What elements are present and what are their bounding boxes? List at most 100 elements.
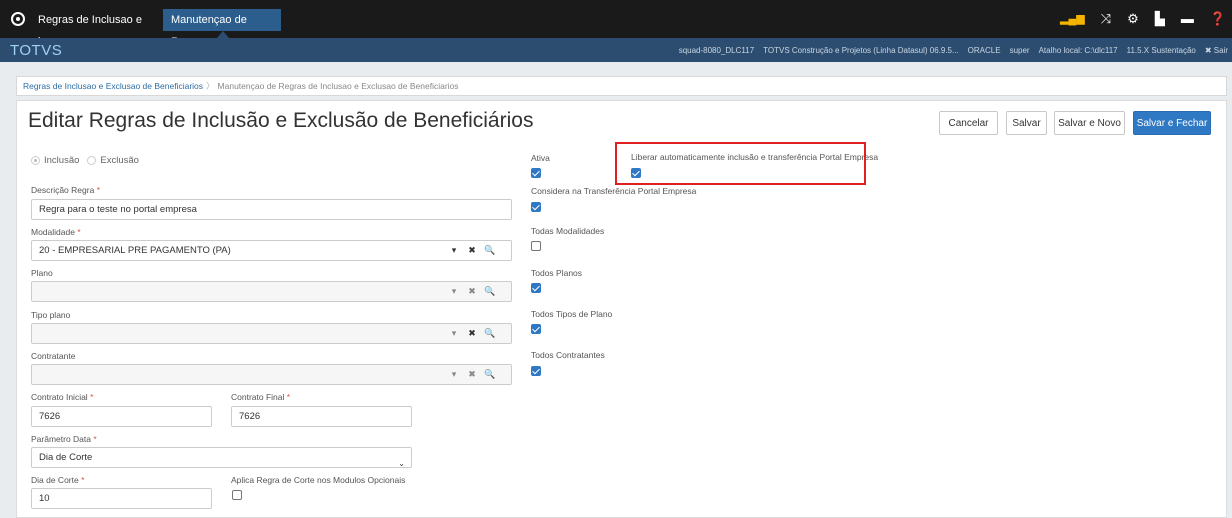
contrato-inicial-label: Contrato Inicial * (31, 392, 93, 402)
clear-icon[interactable]: ✖ (463, 369, 481, 380)
descricao-input[interactable]: Regra para o teste no portal empresa (31, 199, 512, 220)
chevron-down-icon[interactable]: ▾ (445, 369, 463, 380)
app-header: TOTVS squad-8080_DLC117 TOTVS Construção… (0, 38, 1232, 62)
clear-icon[interactable]: ✖ (463, 328, 481, 339)
signal-icon[interactable]: ▂▄▆ (1060, 11, 1085, 27)
required-mark: * (77, 227, 81, 237)
required-mark: * (286, 392, 291, 402)
parametro-data-select[interactable]: Dia de Corte ⌄ (31, 447, 412, 468)
search-icon[interactable]: 🔍 (481, 328, 499, 339)
chevron-down-icon[interactable]: ▾ (445, 328, 463, 339)
plano-label: Plano (31, 268, 53, 278)
contratante-input[interactable] (31, 364, 512, 385)
contrato-final-label: Contrato Final * (231, 392, 290, 402)
parametro-data-label: Parâmetro Data * (31, 434, 97, 444)
dia-corte-label: Dia de Corte * (31, 475, 84, 485)
breadcrumb-current: Manutençao de Regras de Inclusao e Exclu… (217, 81, 459, 91)
header-info-db: ORACLE (967, 46, 1001, 55)
required-mark: * (93, 434, 97, 444)
radio-inclusao-label: Inclusão (44, 155, 80, 166)
search-icon[interactable]: 🔍 (481, 369, 499, 380)
clear-icon[interactable]: ✖ (463, 286, 481, 297)
search-icon[interactable]: 🔍 (481, 286, 499, 297)
main-panel: Editar Regras de Inclusão e Exclusão de … (16, 100, 1227, 518)
descricao-label-text: Descrição Regra (31, 185, 95, 195)
header-info-server: squad-8080_DLC117 (678, 46, 755, 55)
shuffle-icon[interactable]: ⤨ (1101, 11, 1111, 27)
gear-icon[interactable]: ⚙ (1127, 11, 1139, 27)
modalidade-label-text: Modalidade (31, 227, 75, 237)
parametro-data-value: Dia de Corte (39, 452, 93, 463)
active-tab-indicator (217, 31, 229, 38)
todas-modalidades-checkbox[interactable] (531, 241, 541, 251)
highlight-box (615, 142, 866, 185)
modalidade-actions: ▾ ✖ 🔍 (445, 240, 499, 261)
brand-logo: TOTVS (10, 42, 63, 59)
save-new-button[interactable]: Salvar e Novo (1054, 111, 1125, 135)
header-info-version: 11.5.X Sustentação (1126, 46, 1196, 55)
cancel-button[interactable]: Cancelar (939, 111, 998, 135)
chevron-down-icon: ⌄ (398, 459, 405, 468)
considera-checkbox[interactable] (531, 202, 541, 212)
todos-contratantes-checkbox[interactable] (531, 366, 541, 376)
top-tab-bar: Regras de Inclusao e lx Manutençao de Re… (0, 0, 1232, 48)
top-icons: ▂▄▆ ⤨ ⚙ ▙ ▬ ❓ (1060, 11, 1226, 27)
chevron-down-icon[interactable]: ▾ (445, 286, 463, 297)
logout-link[interactable]: ✖ Sair (1205, 46, 1228, 55)
tab-regras[interactable]: Regras de Inclusao e lx (30, 9, 160, 48)
todas-modalidades-label: Todas Modalidades (531, 226, 605, 236)
document-icon[interactable]: ▙ (1155, 11, 1165, 27)
clear-icon[interactable]: ✖ (463, 245, 481, 256)
breadcrumb: Regras de Inclusao e Exclusao de Benefic… (16, 76, 1227, 96)
tipo-plano-actions: ▾ ✖ 🔍 (445, 323, 499, 344)
todos-tipos-label: Todos Tipos de Plano (531, 309, 613, 319)
tipo-plano-label: Tipo plano (31, 310, 71, 320)
required-mark: * (90, 392, 94, 402)
parametro-data-label-text: Parâmetro Data (31, 434, 91, 444)
help-icon[interactable]: ❓ (1210, 11, 1226, 27)
contratante-label: Contratante (31, 351, 76, 361)
dia-corte-label-text: Dia de Corte (31, 475, 79, 485)
contrato-final-input[interactable]: 7626 (231, 406, 412, 427)
radio-exclusao[interactable] (87, 156, 97, 165)
aplica-regra-label: Aplica Regra de Corte nos Modulos Opcion… (231, 475, 406, 485)
tipo-plano-input[interactable] (31, 323, 512, 344)
header-info-shortcut: Atalho local: C:\dlc117 (1038, 46, 1118, 55)
chat-icon[interactable]: ▬ (1181, 11, 1194, 27)
dia-corte-input[interactable]: 10 (31, 488, 212, 509)
ativa-checkbox[interactable] (531, 168, 541, 178)
header-info-user: super (1009, 46, 1030, 55)
contrato-inicial-input[interactable]: 7626 (31, 406, 212, 427)
todos-planos-label: Todos Planos (531, 268, 583, 278)
required-mark: * (96, 185, 100, 195)
descricao-label: Descrição Regra * (31, 185, 100, 195)
tab-manutencao[interactable]: Manutençao de Regrax (163, 9, 281, 48)
page-title: Editar Regras de Inclusão e Exclusão de … (28, 109, 534, 132)
search-icon[interactable]: 🔍 (481, 245, 499, 256)
radio-exclusao-label: Exclusão (100, 155, 139, 166)
breadcrumb-separator: 〉 (206, 81, 215, 91)
type-radio-group: Inclusão Exclusão (31, 155, 139, 166)
chevron-down-icon[interactable]: ▾ (445, 245, 463, 256)
ativa-label: Ativa (531, 153, 550, 163)
modalidade-label: Modalidade * (31, 227, 81, 237)
save-close-button[interactable]: Salvar e Fechar (1133, 111, 1211, 135)
header-info: squad-8080_DLC117 TOTVS Construção e Pro… (679, 46, 1228, 55)
breadcrumb-link[interactable]: Regras de Inclusao e Exclusao de Benefic… (23, 81, 203, 91)
plano-input[interactable] (31, 281, 512, 302)
todos-contratantes-label: Todos Contratantes (531, 350, 605, 360)
contrato-inicial-label-text: Contrato Inicial (31, 392, 88, 402)
todos-tipos-checkbox[interactable] (531, 324, 541, 334)
aplica-regra-checkbox[interactable] (232, 490, 242, 500)
modalidade-input[interactable]: 20 - EMPRESARIAL PRE PAGAMENTO (PA) (31, 240, 512, 261)
app-menu-icon[interactable] (11, 12, 25, 26)
todos-planos-checkbox[interactable] (531, 283, 541, 293)
required-mark: * (81, 475, 85, 485)
contratante-actions: ▾ ✖ 🔍 (445, 364, 499, 385)
radio-inclusao[interactable] (31, 156, 40, 165)
contrato-final-label-text: Contrato Final (231, 392, 285, 402)
save-button[interactable]: Salvar (1006, 111, 1047, 135)
considera-label: Considera na Transferência Portal Empres… (531, 186, 697, 196)
plano-actions: ▾ ✖ 🔍 (445, 281, 499, 302)
header-info-product: TOTVS Construção e Projetos (Linha Datas… (763, 46, 959, 55)
